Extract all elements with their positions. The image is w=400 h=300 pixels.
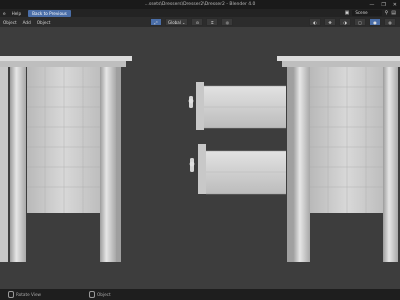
back-to-previous-button[interactable]: Back to Previous [28,9,71,17]
scene-icon: ▣ [344,10,350,16]
gizmo-icon[interactable]: ✥ [324,18,336,26]
menu-edit[interactable]: e [0,11,9,16]
drawer-bottom[interactable] [189,144,286,195]
3d-viewport[interactable] [0,27,400,289]
status-bar: Rotate View Object [0,289,400,300]
orientation-dropdown[interactable]: Global ⌄ [165,18,189,26]
right-dresser-top [277,56,400,61]
menu-add[interactable]: Add [20,20,34,25]
menu-object[interactable]: Object [34,20,54,25]
right-dresser-front-leg-2 [383,67,398,262]
scene-name-field[interactable]: Scene [352,10,382,16]
orientation-label: Global [168,19,181,25]
left-dresser-outer-leg [0,67,8,262]
right-dresser-side [287,67,293,262]
left-dresser-top-trim [0,61,126,67]
menu-object-mode[interactable]: Object [0,20,20,25]
material-shading-icon[interactable]: ◍ [384,18,396,26]
left-dresser-top [0,56,132,61]
right-dresser[interactable] [277,56,400,262]
left-dresser[interactable] [0,56,132,262]
status-rotate-label: Rotate View [16,292,41,297]
status-object: Object [88,291,111,298]
solid-shading-icon[interactable]: ● [369,18,381,26]
transform-controls: ⤢ Global ⌄ ⊙ ⌗ ◎ [150,18,234,26]
window-controls: — ❐ ✕ [369,0,397,9]
drawer-bottom-front [198,144,206,194]
mouse-middle-icon [8,291,14,298]
maximize-icon[interactable]: ❐ [381,2,385,8]
xray-icon[interactable]: ▢ [354,18,366,26]
visibility-icon[interactable]: ◐ [309,18,321,26]
pin-icon[interactable]: ⚲ [385,10,389,16]
scene-selector: ▣ Scene ⚲ ▤ [345,9,396,17]
left-dresser-front-leg-1 [10,67,26,262]
window-title: ...ssets\Dressers\Dresser2\Dresser2 - Bl… [144,2,256,7]
viewport-display-controls: ◐ ✥ ◑ ▢ ● ◍ [309,18,396,26]
left-dresser-side [116,67,121,262]
view-layer-icon[interactable]: ▤ [391,10,396,16]
overlay-icon[interactable]: ◑ [339,18,351,26]
top-menu-bar: e Help Back to Previous ▣ Scene ⚲ ▤ [0,9,400,17]
left-dresser-front-leg-2 [100,67,116,262]
status-rotate: Rotate View [8,291,41,298]
status-object-label: Object [96,292,111,297]
drawer-top-front [196,82,204,130]
right-dresser-top-trim [282,61,400,67]
pivot-icon[interactable]: ⊙ [191,18,204,26]
mouse-right-icon [88,291,95,298]
orientation-icon[interactable]: ⤢ [150,18,162,26]
menu-help[interactable]: Help [9,11,25,16]
viewport-scene [0,56,400,262]
proportional-icon[interactable]: ◎ [221,18,234,26]
drawer-top[interactable] [188,82,286,130]
minimize-icon[interactable]: — [369,2,374,8]
title-bar: ...ssets\Dressers\Dresser2\Dresser2 - Bl… [0,0,400,9]
right-dresser-front-leg-1 [293,67,310,262]
close-icon[interactable]: ✕ [393,2,397,8]
snap-icon[interactable]: ⌗ [206,18,219,26]
drawer-bottom-side [206,151,286,194]
